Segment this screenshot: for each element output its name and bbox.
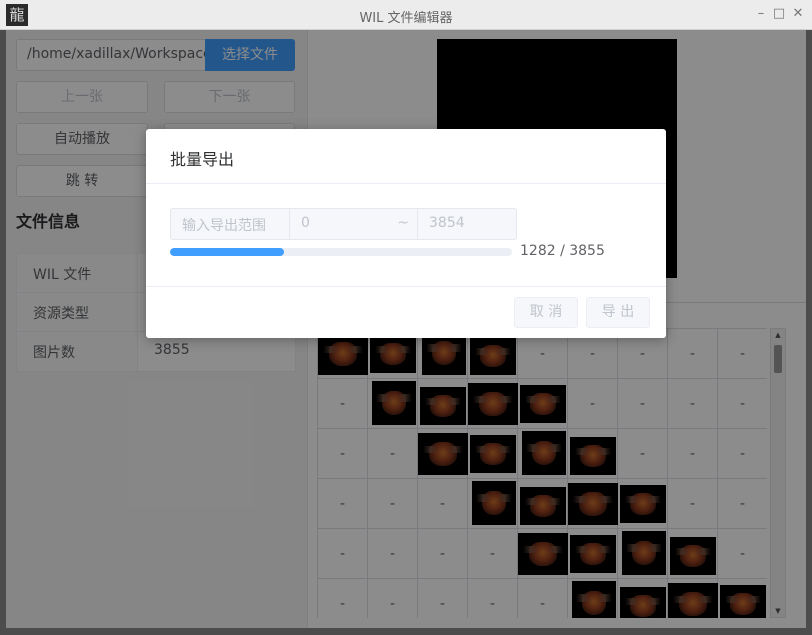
- batch-export-dialog: 批量导出 输入导出范围 0 ~ 3854 1282 / 3855 取 消 导 出: [146, 129, 666, 338]
- range-start-value: 0: [301, 215, 310, 231]
- progress-text: 1282 / 3855: [520, 243, 605, 259]
- range-label: 输入导出范围: [171, 209, 290, 239]
- window-title: WIL 文件编辑器: [359, 11, 453, 26]
- divider: [146, 286, 666, 287]
- minimize-icon[interactable]: –: [753, 6, 769, 21]
- range-start-field[interactable]: 0 ~: [290, 209, 418, 239]
- progress-fill: [170, 248, 284, 256]
- range-separator: ~: [397, 215, 409, 231]
- cancel-button[interactable]: 取 消: [514, 297, 578, 328]
- window-titlebar[interactable]: 龍 WIL 文件编辑器 – □ ✕: [0, 0, 812, 30]
- divider: [146, 183, 666, 184]
- export-progress-bar: [170, 248, 512, 256]
- dialog-title: 批量导出: [170, 150, 235, 169]
- close-icon[interactable]: ✕: [790, 6, 806, 21]
- maximize-icon[interactable]: □: [771, 6, 787, 21]
- export-range-input[interactable]: 输入导出范围 0 ~ 3854: [170, 208, 517, 240]
- range-end-field[interactable]: 3854: [418, 209, 516, 239]
- export-button[interactable]: 导 出: [586, 297, 650, 328]
